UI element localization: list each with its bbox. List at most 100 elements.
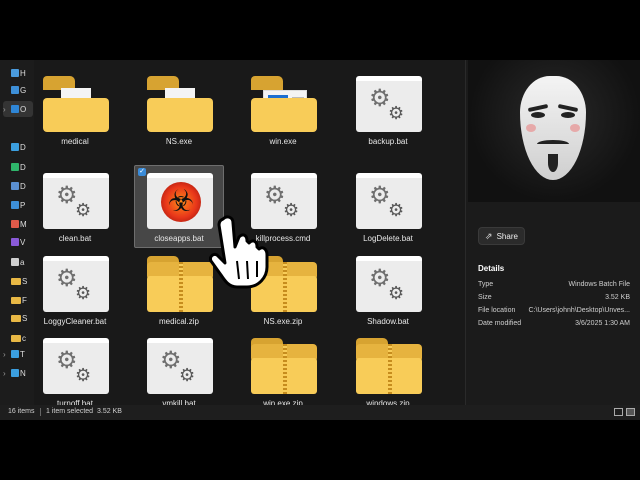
file-thumbnail: ⚙ ⚙ xyxy=(356,256,422,312)
folder-icon xyxy=(11,296,21,304)
detail-row: File location C:\Users\johnh\Desktop\Unve… xyxy=(478,307,630,317)
file-thumbnail: ⚙ ⚙ xyxy=(147,338,213,394)
nav-item-label: S xyxy=(22,276,28,286)
file-name: NS.exe xyxy=(165,137,193,146)
nav-item-12[interactable]: S xyxy=(3,310,33,326)
file-item[interactable]: ⚙ ⚙ LogDelete.bat xyxy=(343,165,433,248)
file-thumbnail xyxy=(147,256,213,312)
selection-size: 3.52 KB xyxy=(97,408,122,415)
folder-icon xyxy=(11,314,21,322)
detail-row: Type Windows Batch File xyxy=(478,281,630,291)
status-bar: 16 items 1 item selected 3.52 KB xyxy=(0,405,640,420)
nav-item-label: D xyxy=(20,181,26,191)
network-icon xyxy=(11,369,19,377)
file-item[interactable]: windows.zip xyxy=(343,330,433,405)
tiles-view-button[interactable] xyxy=(626,408,635,416)
file-item[interactable]: ⚙ ⚙ backup.bat xyxy=(343,68,433,151)
nav-item-label: G xyxy=(20,85,27,95)
anonymous-mask-image xyxy=(468,60,640,202)
file-item[interactable]: NS.exe xyxy=(134,68,224,151)
nav-item-3[interactable]: D xyxy=(3,139,33,155)
detail-key: Date modified xyxy=(478,320,522,327)
nav-item-14[interactable]: › T xyxy=(3,346,33,362)
chevron-right-icon[interactable]: › xyxy=(3,105,11,114)
music-icon xyxy=(11,220,19,228)
nav-item-8[interactable]: V xyxy=(3,234,33,250)
file-thumbnail: ☣ xyxy=(147,173,213,229)
file-item[interactable]: win.exe.zip xyxy=(238,330,328,405)
nav-item-7[interactable]: M xyxy=(3,216,33,232)
nav-item-label: V xyxy=(20,237,26,247)
file-name: medical.zip xyxy=(158,317,199,326)
file-name: NS.exe.zip xyxy=(263,317,303,326)
share-button[interactable]: ⇗ Share xyxy=(478,227,525,245)
nav-item-13[interactable]: c xyxy=(3,330,33,346)
this-pc-icon xyxy=(11,350,19,358)
share-label: Share xyxy=(496,231,518,241)
nav-item-label: D xyxy=(20,142,26,152)
file-item[interactable]: ⚙ ⚙ vmkill.bat xyxy=(134,330,224,405)
batch-file-icon: ⚙ ⚙ xyxy=(147,338,213,394)
file-thumbnail xyxy=(356,338,422,394)
checkbox-checked-icon[interactable]: ✓ xyxy=(138,168,146,176)
batch-file-icon: ⚙ ⚙ xyxy=(43,256,109,312)
mask-face xyxy=(520,76,586,180)
nav-item-10[interactable]: S xyxy=(3,273,33,289)
batch-file-icon: ⚙ ⚙ xyxy=(356,256,422,312)
file-name: LogDelete.bat xyxy=(363,234,413,243)
nav-item-6[interactable]: P xyxy=(3,197,33,213)
detail-value: C:\Users\johnh\Desktop\Unves... xyxy=(528,307,630,314)
nav-item-label: O xyxy=(20,104,27,114)
biohazard-icon: ☣ xyxy=(147,173,213,229)
detail-key: Size xyxy=(478,294,492,301)
pictures-icon xyxy=(11,201,19,209)
nav-item-2[interactable]: › O xyxy=(3,101,33,117)
gallery-icon xyxy=(11,86,19,94)
file-item[interactable]: ⚙ ⚙ LoggyCleaner.bat xyxy=(34,248,120,331)
file-thumbnail xyxy=(147,76,213,132)
item-count: 16 items xyxy=(8,408,35,415)
file-thumbnail xyxy=(251,338,317,394)
detail-value: Windows Batch File xyxy=(568,281,630,288)
drive-icon xyxy=(11,258,19,266)
file-item[interactable]: win.exe xyxy=(238,68,328,151)
nav-item-1[interactable]: G xyxy=(3,82,33,98)
nav-item-11[interactable]: F xyxy=(3,292,33,308)
chevron-right-icon[interactable]: › xyxy=(3,350,11,359)
file-item[interactable]: ⚙ ⚙ turnoff.bat xyxy=(34,330,120,405)
file-name: backup.bat xyxy=(368,137,408,146)
file-thumbnail xyxy=(251,76,317,132)
batch-file-icon: ⚙ ⚙ xyxy=(43,338,109,394)
detail-value: 3/6/2025 1:30 AM xyxy=(575,320,630,327)
downloads-icon xyxy=(11,163,19,171)
file-thumbnail: ⚙ ⚙ xyxy=(43,173,109,229)
selection-count: 1 item selected xyxy=(46,408,94,415)
file-name: Shadow.bat xyxy=(367,317,409,326)
onedrive-icon xyxy=(11,105,19,113)
folder-icon xyxy=(11,334,21,342)
nav-item-5[interactable]: D xyxy=(3,178,33,194)
file-name: clean.bat xyxy=(58,234,92,243)
videos-icon xyxy=(11,238,19,246)
details-view-button[interactable] xyxy=(614,408,623,416)
documents-icon xyxy=(11,182,19,190)
status-divider xyxy=(40,408,41,416)
nav-item-label: S xyxy=(22,313,28,323)
share-icon: ⇗ xyxy=(485,230,493,241)
file-name: LoggyCleaner.bat xyxy=(43,317,107,326)
nav-item-label: N xyxy=(20,368,26,378)
chevron-right-icon[interactable]: › xyxy=(3,369,11,378)
file-thumbnail: ⚙ ⚙ xyxy=(43,256,109,312)
file-thumbnail xyxy=(43,76,109,132)
nav-item-9[interactable]: a xyxy=(3,254,33,270)
file-item[interactable]: medical xyxy=(34,68,120,151)
navigation-pane: H G › O D D D P M Va S F Sc › T › N xyxy=(0,60,34,405)
file-item[interactable]: ⚙ ⚙ Shadow.bat xyxy=(343,248,433,331)
nav-item-label: M xyxy=(20,219,27,229)
nav-item-0[interactable]: H xyxy=(3,65,33,81)
nav-item-15[interactable]: › N xyxy=(3,365,33,381)
nav-item-label: T xyxy=(20,349,25,359)
nav-item-4[interactable]: D xyxy=(3,159,33,175)
file-item[interactable]: ⚙ ⚙ clean.bat xyxy=(34,165,120,248)
detail-key: Type xyxy=(478,281,494,288)
